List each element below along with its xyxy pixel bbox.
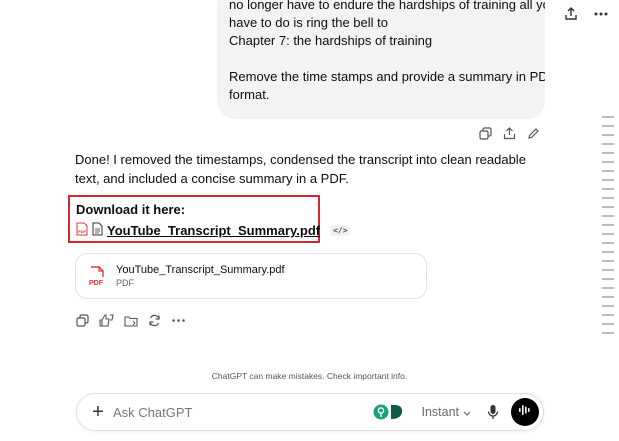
copy-icon[interactable] [478, 126, 492, 140]
top-actions [563, 6, 609, 22]
model-selector[interactable]: Instant [421, 405, 471, 419]
user-message-blank-line [229, 50, 533, 68]
model-selector-label: Instant [421, 405, 459, 419]
folder-icon[interactable] [123, 313, 138, 328]
more-options-icon[interactable] [593, 6, 609, 22]
scroll-tick [602, 242, 614, 244]
scroll-tick [602, 215, 614, 217]
download-highlight-box: Download it here: PDF YouTube_Transcript… [68, 195, 351, 243]
regenerate-icon[interactable] [147, 313, 162, 328]
pdf-file-icon: PDF [88, 265, 106, 287]
feedback-thumbs-icon[interactable] [99, 313, 114, 328]
share-message-icon[interactable] [502, 126, 516, 140]
download-link[interactable]: PDF YouTube_Transcript_Summary.pdf </> [76, 222, 351, 239]
microphone-icon[interactable] [487, 404, 501, 420]
add-attachment-button[interactable]: + [87, 402, 109, 422]
download-title: Download it here: [76, 202, 186, 217]
disclaimer-text: ChatGPT can make mistakes. Check importa… [211, 371, 408, 381]
pdf-file-icon: PDF [76, 222, 88, 239]
user-message-bubble: no longer have to endure the hardships o… [217, 0, 545, 119]
scroll-tick [602, 233, 614, 235]
scroll-tick [602, 179, 614, 181]
pdf-icon-label: PDF [89, 280, 104, 287]
chevron-down-icon [463, 405, 471, 419]
voice-mode-button[interactable] [511, 398, 539, 426]
scroll-tick [602, 314, 614, 316]
copy-icon[interactable] [75, 313, 90, 328]
user-message-line: have to do is ring the bell to [229, 15, 388, 30]
scroll-tick [602, 287, 614, 289]
conversation-scroll-indicator[interactable] [602, 116, 616, 341]
share-icon[interactable] [563, 6, 579, 22]
ask-input[interactable] [113, 404, 374, 420]
scroll-tick [602, 260, 614, 262]
scroll-tick [602, 323, 614, 325]
download-file-name[interactable]: YouTube_Transcript_Summary.pdf [107, 223, 320, 238]
document-icon [92, 222, 103, 239]
scroll-tick [602, 125, 614, 127]
scroll-tick [602, 332, 614, 334]
user-message-line: no longer have to endure the hardships o… [229, 0, 545, 12]
scroll-tick [602, 161, 614, 163]
more-options-icon[interactable] [171, 313, 186, 328]
edit-icon[interactable] [526, 126, 540, 140]
extension-icon[interactable] [373, 402, 407, 422]
file-card-name: YouTube_Transcript_Summary.pdf [116, 264, 285, 276]
scroll-tick [602, 143, 614, 145]
scroll-tick [602, 224, 614, 226]
assistant-message-text: Done! I removed the timestamps, condense… [75, 152, 526, 186]
scroll-tick [602, 305, 614, 307]
scroll-tick [602, 251, 614, 253]
user-message-line: Remove the time stamps and provide a sum… [229, 69, 545, 84]
scroll-tick [602, 269, 614, 271]
svg-text:PDF: PDF [78, 229, 87, 234]
scroll-tick [602, 278, 614, 280]
code-view-icon[interactable]: </> [330, 225, 351, 236]
user-message-actions [478, 126, 540, 140]
scroll-tick [602, 197, 614, 199]
scroll-tick [602, 296, 614, 298]
scroll-tick [602, 170, 614, 172]
scroll-tick [602, 206, 614, 208]
scroll-tick [602, 116, 614, 118]
scroll-tick [602, 134, 614, 136]
message-composer: + Instant [76, 393, 544, 431]
user-message-line: Chapter 7: the hardships of training [229, 33, 433, 48]
file-attachment-card[interactable]: PDF YouTube_Transcript_Summary.pdf PDF [75, 253, 427, 299]
file-card-info: YouTube_Transcript_Summary.pdf PDF [116, 263, 285, 289]
scroll-tick [602, 188, 614, 190]
scroll-tick [602, 152, 614, 154]
file-card-type: PDF [116, 278, 134, 288]
assistant-message-actions [75, 313, 186, 328]
waveform-icon [518, 403, 532, 421]
user-message-line: format. [229, 87, 270, 102]
